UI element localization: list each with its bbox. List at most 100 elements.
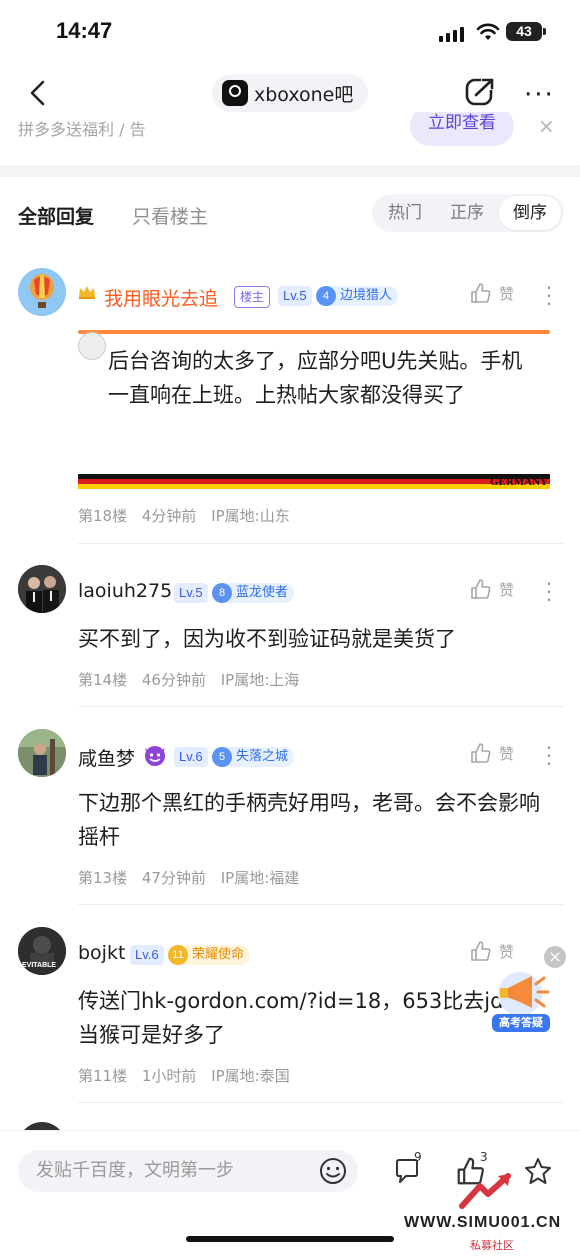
floor-number: 第14楼 <box>78 671 128 689</box>
forum-name: xboxone吧 <box>254 83 354 106</box>
wifi-icon <box>476 23 500 40</box>
like-label: 赞 <box>499 744 515 763</box>
cellular-signal-icon <box>439 26 465 42</box>
medal-number: 5 <box>212 747 232 767</box>
medal-name: 蓝龙使者 <box>236 585 289 600</box>
avatar-photo <box>18 729 66 777</box>
medal-badge: 11 荣耀使命 <box>168 945 251 965</box>
section-divider <box>0 165 580 177</box>
back-arrow-icon[interactable] <box>24 78 54 108</box>
thumbs-up-icon <box>471 579 491 599</box>
username[interactable]: 咸鱼梦 <box>78 744 135 771</box>
reply-input[interactable]: 发贴千百度，文明第一步 <box>18 1150 358 1192</box>
post-time: 47分钟前 <box>141 869 206 887</box>
sort-ascending[interactable]: 正序 <box>436 194 498 232</box>
status-time: 14:47 <box>56 18 113 43</box>
level-badge: Lv.5 <box>174 583 208 603</box>
comment-count: 9 <box>414 1150 422 1164</box>
post-more-icon[interactable]: · · · <box>544 574 554 610</box>
post-more-icon[interactable]: · · · <box>544 738 554 774</box>
like-button[interactable]: 赞 <box>470 742 514 764</box>
floating-label: 高考答疑 <box>492 1014 550 1032</box>
forum-name-pill[interactable]: xboxone吧 <box>212 74 368 112</box>
crown-icon <box>78 284 95 300</box>
sort-switch: 热门 正序 倒序 <box>372 194 564 232</box>
post-meta: 第18楼 4分钟前 IP属地:山东 <box>78 505 300 526</box>
sort-hot[interactable]: 热门 <box>374 194 436 232</box>
reply-placeholder: 发贴千百度，文明第一步 <box>36 1160 234 1181</box>
like-button[interactable]: 赞 <box>470 282 514 304</box>
watermark-sub: 私募社区 <box>470 1239 514 1252</box>
ad-close-icon[interactable]: × <box>538 114 555 138</box>
ad-text: 拼多多送福利 / 告 <box>18 120 146 139</box>
level-badge: Lv.6 <box>130 945 164 965</box>
medal-number: 11 <box>168 945 188 965</box>
ad-view-button[interactable]: 立即查看 <box>410 112 514 146</box>
medal-badge: 5 失落之城 <box>212 747 295 767</box>
floor-number: 第18楼 <box>78 507 128 525</box>
star-icon[interactable] <box>522 1156 554 1186</box>
avatar[interactable] <box>18 729 66 777</box>
xbox-logo-icon <box>222 80 248 106</box>
post-content: 传送门hk-gordon.com/?id=18，653比去jd当猴可是好多了 <box>78 989 504 1047</box>
medal-name: 失落之城 <box>236 749 289 764</box>
post-time: 46分钟前 <box>141 671 206 689</box>
frame-top-line <box>78 330 550 334</box>
emoji-icon[interactable] <box>318 1156 348 1186</box>
share-icon[interactable] <box>464 76 496 108</box>
megaphone-icon <box>498 972 550 1016</box>
sort-descending[interactable]: 倒序 <box>499 196 561 230</box>
avatar[interactable]: EVITABLE <box>18 927 66 975</box>
watermark-logo-icon <box>459 1173 511 1209</box>
username[interactable]: 我用眼光去追 <box>104 284 218 311</box>
medal-name: 荣耀使命 <box>192 947 245 962</box>
thumbs-up-icon <box>471 283 491 303</box>
medal-badge: 8 蓝龙使者 <box>212 583 295 603</box>
ip-location: IP属地:山东 <box>211 507 290 525</box>
devil-emoji-icon <box>142 742 168 772</box>
more-menu-button[interactable]: ··· <box>524 80 555 110</box>
avatar-text: EVITABLE <box>22 962 57 969</box>
like-label: 赞 <box>499 942 515 961</box>
like-button[interactable]: 赞 <box>470 940 514 962</box>
level-badge: Lv.5 <box>278 286 312 306</box>
battery-indicator: 43 <box>506 22 542 41</box>
medal-number: 4 <box>316 286 336 306</box>
battery-tip <box>543 28 546 35</box>
avatar[interactable] <box>18 268 66 316</box>
post-meta: 第11楼 1小时前 IP属地:泰国 <box>78 1065 300 1086</box>
floor-number: 第11楼 <box>78 1067 128 1085</box>
tab-op-only[interactable]: 只看楼主 <box>132 202 208 229</box>
thumbs-up-icon <box>471 743 491 763</box>
post-content: 下边那个黑红的手柄壳好用吗，老哥。会不会影响摇杆 <box>78 791 540 849</box>
eagle-emblem-icon <box>78 332 106 360</box>
divider <box>78 543 564 544</box>
home-indicator <box>186 1236 394 1242</box>
floor-number: 第13楼 <box>78 869 128 887</box>
tab-all-replies[interactable]: 全部回复 <box>18 202 94 229</box>
post-meta: 第13楼 47分钟前 IP属地:福建 <box>78 867 309 888</box>
post-content: 后台咨询的太多了，应部分吧U先关贴。手机一直响在上班。上热帖大家都没得买了 <box>108 349 523 407</box>
post-more-icon[interactable]: · · · <box>544 278 554 314</box>
like-button[interactable]: 赞 <box>470 578 514 600</box>
floating-close-icon[interactable]: × <box>544 946 566 968</box>
ip-location: IP属地:泰国 <box>211 1067 290 1085</box>
floating-help-widget[interactable]: 高考答疑 <box>490 968 552 1034</box>
ip-location: IP属地:上海 <box>220 671 300 689</box>
medal-number: 8 <box>212 583 232 603</box>
divider <box>78 706 564 707</box>
post-time: 4分钟前 <box>141 507 197 525</box>
post-content: 买不到了，因为收不到验证码就是美货了 <box>78 627 456 651</box>
germany-flag-stripe <box>78 474 550 490</box>
avatar-photo <box>18 565 66 613</box>
username[interactable]: laoiuh275 <box>78 580 172 602</box>
like-label: 赞 <box>499 284 515 303</box>
frame-germany-text: GERMANY <box>489 476 548 488</box>
ad-banner: 拼多多送福利 / 告 立即查看 × <box>0 112 580 148</box>
medal-name: 边境猎人 <box>340 288 393 303</box>
medal-badge: 4 边境猎人 <box>316 286 399 306</box>
username[interactable]: bojkt <box>78 942 125 964</box>
avatar[interactable] <box>18 565 66 613</box>
divider <box>78 1102 564 1103</box>
like-count: 3 <box>480 1150 488 1164</box>
